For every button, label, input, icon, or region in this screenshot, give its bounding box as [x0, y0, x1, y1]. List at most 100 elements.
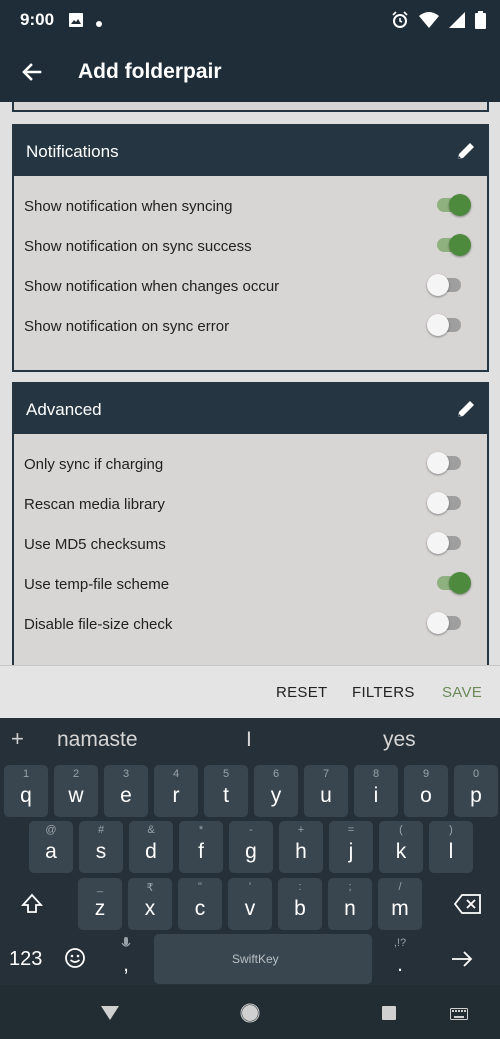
notifications-title: Notifications	[26, 142, 119, 161]
key-x[interactable]: ₹ x	[128, 878, 172, 930]
key-label: l	[448, 840, 454, 863]
key-r[interactable]: 4r	[154, 765, 198, 817]
toggle-row-md5[interactable]: Use MD5 checksums	[14, 525, 487, 565]
key-g[interactable]: -g	[229, 821, 273, 873]
key-o[interactable]: 9o	[404, 765, 448, 817]
shift-key[interactable]	[4, 878, 60, 930]
key-label: x	[144, 897, 156, 920]
toggle-row-only-charging[interactable]: Only sync if charging	[14, 445, 487, 485]
key-hint: 5	[222, 768, 230, 780]
key-n[interactable]: ; n	[328, 878, 372, 930]
toggle-switch[interactable]	[427, 274, 461, 296]
comma-key[interactable]: ,	[104, 934, 148, 986]
suggestion-item[interactable]: I	[246, 728, 252, 752]
reset-button[interactable]: RESET	[276, 684, 328, 701]
toggle-label: Use temp-file scheme	[24, 576, 170, 593]
key-i[interactable]: 8i	[354, 765, 398, 817]
toggle-row-notify-changes[interactable]: Show notification when changes occur	[14, 267, 487, 307]
key-hint: +	[297, 824, 305, 836]
key-u[interactable]: 7u	[304, 765, 348, 817]
key-t[interactable]: 5t	[204, 765, 248, 817]
toggle-row-notify-error[interactable]: Show notification on sync error	[14, 307, 487, 347]
key-q[interactable]: 1q	[4, 765, 48, 817]
toggle-label: Show notification when changes occur	[24, 278, 280, 295]
toggle-row-file-size[interactable]: Disable file-size check	[14, 605, 487, 645]
backspace-key[interactable]	[440, 878, 496, 930]
key-hint: =	[347, 824, 355, 836]
key-hint: 6	[272, 768, 280, 780]
advanced-header: Advanced	[14, 384, 487, 434]
key-w[interactable]: 2w	[54, 765, 98, 817]
back-arrow-icon[interactable]	[18, 58, 46, 86]
nav-home-icon[interactable]	[240, 1003, 260, 1028]
signal-icon	[449, 12, 465, 33]
wifi-icon	[419, 12, 439, 33]
key-f[interactable]: * f	[179, 821, 223, 873]
filters-button[interactable]: FILTERS	[352, 684, 415, 701]
nav-back-icon[interactable]	[100, 1005, 120, 1026]
settings-content[interactable]: Notifications Show notification when syn…	[0, 102, 500, 665]
emoji-key[interactable]	[64, 947, 86, 975]
key-hint: &	[147, 824, 155, 836]
toggle-row-notify-success[interactable]: Show notification on sync success	[14, 227, 487, 267]
toggle-label: Disable file-size check	[24, 616, 173, 633]
key-p[interactable]: 0p	[454, 765, 498, 817]
toggle-row-rescan-media[interactable]: Rescan media library	[14, 485, 487, 525]
key-hint: :	[298, 881, 302, 893]
period-hint: ,!?	[393, 937, 407, 949]
key-label: u	[320, 784, 332, 807]
key-label: c	[194, 897, 206, 920]
key-s[interactable]: # s	[79, 821, 123, 873]
key-hint: 9	[422, 768, 430, 780]
period-key[interactable]: ,!? .	[378, 934, 422, 986]
toggle-label: Use MD5 checksums	[24, 536, 166, 553]
keyboard-switch-icon[interactable]	[450, 1007, 468, 1025]
key-hint: )	[449, 824, 453, 836]
key-label: h	[295, 840, 307, 863]
save-button[interactable]: SAVE	[442, 684, 482, 701]
toggle-switch[interactable]	[427, 452, 461, 474]
key-hint: 4	[172, 768, 180, 780]
pencil-icon[interactable]	[455, 398, 477, 420]
nav-recents-icon[interactable]	[381, 1005, 397, 1026]
toggle-switch[interactable]	[437, 572, 471, 594]
key-d[interactable]: & d	[129, 821, 173, 873]
toggle-row-temp-file[interactable]: Use temp-file scheme	[14, 565, 487, 605]
key-l[interactable]: ) l	[429, 821, 473, 873]
toggle-switch[interactable]	[427, 314, 461, 336]
advanced-card: Advanced Only sync if charging Rescan me…	[12, 382, 489, 665]
key-label: e	[120, 784, 132, 807]
pencil-icon[interactable]	[455, 140, 477, 162]
toggle-switch[interactable]	[437, 194, 471, 216]
key-j[interactable]: = j	[329, 821, 373, 873]
suggestion-item[interactable]: yes	[383, 728, 416, 752]
toggle-row-notify-syncing[interactable]: Show notification when syncing	[14, 187, 487, 227]
key-e[interactable]: 3e	[104, 765, 148, 817]
key-h[interactable]: + h	[279, 821, 323, 873]
toggle-switch[interactable]	[427, 532, 461, 554]
key-v[interactable]: ' v	[228, 878, 272, 930]
key-k[interactable]: (k	[379, 821, 423, 873]
key-y[interactable]: 6y	[254, 765, 298, 817]
toggle-switch[interactable]	[437, 234, 471, 256]
keyboard: + namaste I yes 1q2w3e4r5t6y7u8i9o0p @ a #…	[0, 718, 500, 985]
key-label: t	[223, 784, 229, 807]
key-hint: _	[96, 881, 104, 893]
toggle-switch[interactable]	[427, 492, 461, 514]
key-a[interactable]: @ a	[29, 821, 73, 873]
suggestion-item[interactable]: namaste	[57, 728, 138, 752]
symbols-key[interactable]: 123	[9, 948, 42, 971]
key-z[interactable]: _ z	[78, 878, 122, 930]
key-c[interactable]: " c	[178, 878, 222, 930]
alarm-icon	[391, 11, 409, 34]
toggle-switch[interactable]	[427, 612, 461, 634]
key-m[interactable]: / m	[378, 878, 422, 930]
toolbar-plus-button[interactable]: +	[11, 726, 24, 752]
period-label: .	[397, 953, 403, 976]
space-key[interactable]: SwiftKey	[154, 934, 372, 984]
key-hint: 8	[372, 768, 380, 780]
image-notification-icon	[68, 12, 84, 33]
key-b[interactable]: :b	[278, 878, 322, 930]
key-hint: (	[399, 824, 403, 836]
enter-arrow-icon[interactable]	[450, 950, 474, 974]
